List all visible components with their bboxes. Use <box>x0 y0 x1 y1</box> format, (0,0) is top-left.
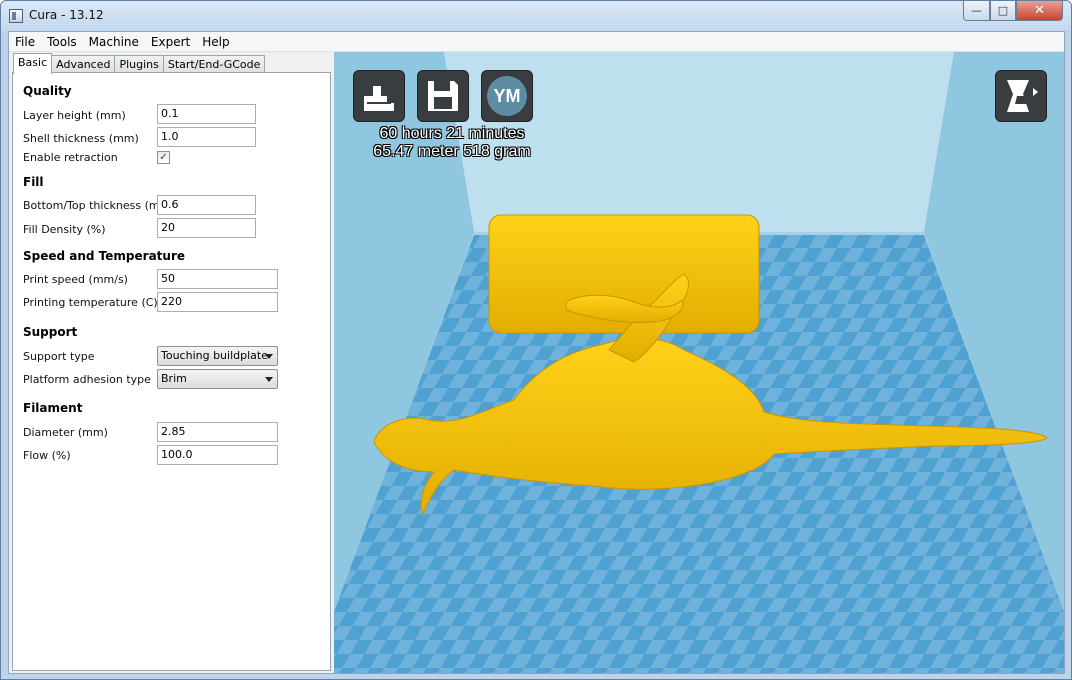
speed-divider <box>23 265 257 266</box>
menu-machine[interactable]: Machine <box>83 32 145 51</box>
diameter-input[interactable]: 2.85 <box>157 422 278 442</box>
print-speed-label: Print speed (mm/s) <box>23 273 128 286</box>
diameter-label: Diameter (mm) <box>23 426 108 439</box>
title-bar[interactable]: Cura - 13.12 — □ ✕ <box>1 1 1071 31</box>
layer-height-label: Layer height (mm) <box>23 109 126 122</box>
view-mode-button[interactable] <box>995 70 1047 122</box>
menu-expert[interactable]: Expert <box>145 32 196 51</box>
enable-retraction-label: Enable retraction <box>23 151 118 164</box>
print-material-text: 65.47 meter 518 gram <box>373 143 531 160</box>
platform-adhesion-label: Platform adhesion type <box>23 373 151 386</box>
close-icon: ✕ <box>1034 3 1045 18</box>
shell-thickness-input[interactable]: 1.0 <box>157 127 256 147</box>
speed-section-title: Speed and Temperature <box>23 249 185 263</box>
flow-label: Flow (%) <box>23 449 71 462</box>
quality-section-title: Quality <box>23 84 72 98</box>
printing-temperature-input[interactable]: 220 <box>157 292 278 312</box>
load-model-button[interactable] <box>353 70 405 122</box>
enable-retraction-checkbox[interactable]: ✓ <box>157 151 170 164</box>
settings-tabs: Basic Advanced Plugins Start/End-GCode <box>13 53 266 74</box>
filament-section-title: Filament <box>23 401 83 415</box>
bottom-top-thickness-input[interactable]: 0.6 <box>157 195 256 215</box>
client-area: File Tools Machine Expert Help Basic Adv… <box>8 31 1065 674</box>
application-window: Cura - 13.12 — □ ✕ File Tools Machine Ex… <box>0 0 1072 680</box>
fill-density-label: Fill Density (%) <box>23 223 106 236</box>
print-estimate: 60 hours 21 minutes 65.47 meter 518 gram <box>352 125 552 161</box>
chevron-down-icon <box>265 377 273 382</box>
youmagine-button[interactable]: YM <box>481 70 533 122</box>
settings-panel: Basic Advanced Plugins Start/End-GCode Q… <box>9 52 334 673</box>
menu-bar: File Tools Machine Expert Help <box>9 32 1064 52</box>
support-section-title: Support <box>23 325 78 339</box>
view-mode-icon <box>1007 80 1038 112</box>
support-divider <box>23 341 257 342</box>
platform-adhesion-value: Brim <box>161 372 187 385</box>
app-icon <box>9 9 23 23</box>
save-icon <box>428 81 458 111</box>
minimize-icon: — <box>971 4 982 17</box>
platform-adhesion-select[interactable]: Brim <box>157 369 278 389</box>
3d-viewport[interactable]: YM 60 hours 21 minutes 65.47 meter 518 g… <box>334 52 1064 673</box>
flow-input[interactable]: 100.0 <box>157 445 278 465</box>
print-speed-input[interactable]: 50 <box>157 269 278 289</box>
menu-tools[interactable]: Tools <box>41 32 83 51</box>
printing-temperature-label: Printing temperature (C) <box>23 296 158 309</box>
fill-density-input[interactable]: 20 <box>157 218 256 238</box>
layer-height-input[interactable]: 0.1 <box>157 104 256 124</box>
basic-tab-content: Quality Layer height (mm) 0.1 Shell thic… <box>12 72 331 671</box>
support-type-select[interactable]: Touching buildplate <box>157 346 278 366</box>
bottom-top-thickness-label: Bottom/Top thickness (mm) <box>23 199 175 212</box>
window-title: Cura - 13.12 <box>29 8 104 22</box>
youmagine-icon: YM <box>487 76 527 116</box>
fill-section-title: Fill <box>23 175 44 189</box>
print-time-text: 60 hours 21 minutes <box>379 125 525 142</box>
tab-basic[interactable]: Basic <box>13 53 53 74</box>
chevron-down-icon <box>265 354 273 359</box>
maximize-icon: □ <box>997 4 1009 17</box>
menu-help[interactable]: Help <box>196 32 235 51</box>
filament-divider <box>23 417 257 418</box>
fill-divider <box>23 191 257 192</box>
support-type-label: Support type <box>23 350 95 363</box>
save-gcode-button[interactable] <box>417 70 469 122</box>
quality-divider <box>23 100 257 101</box>
support-type-value: Touching buildplate <box>161 349 268 362</box>
menu-file[interactable]: File <box>9 32 41 51</box>
shell-thickness-label: Shell thickness (mm) <box>23 132 139 145</box>
load-model-icon <box>364 86 394 111</box>
close-button[interactable]: ✕ <box>1016 1 1063 21</box>
minimize-button[interactable]: — <box>963 1 990 21</box>
maximize-button[interactable]: □ <box>990 1 1016 21</box>
